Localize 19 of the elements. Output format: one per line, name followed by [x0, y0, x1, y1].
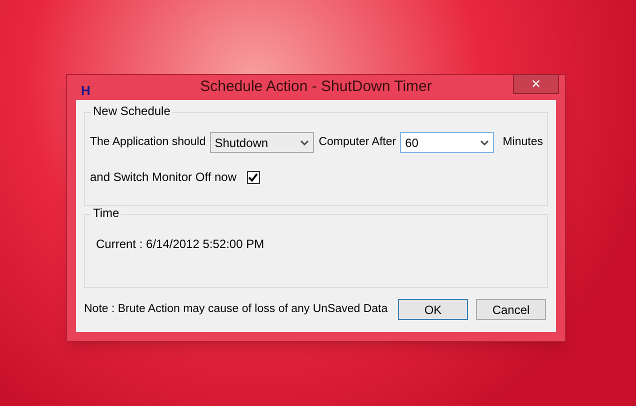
current-time-text: Current : 6/14/2012 5:52:00 PM	[96, 236, 264, 253]
minutes-dropdown[interactable]: 60	[400, 132, 494, 153]
chevron-icon	[300, 140, 309, 146]
note-text: Note : Brute Action may cause of loss of any UnSaved Data	[84, 302, 388, 317]
close-button[interactable]: ✕	[513, 74, 559, 94]
group-legend: Time	[91, 207, 122, 219]
dialog-button[interactable]: OK	[398, 299, 468, 320]
monitor-checkbox[interactable]	[246, 170, 260, 184]
action-dropdown[interactable]: Shutdown	[210, 132, 314, 153]
checkbox-label: and Switch Monitor Off now	[90, 169, 237, 186]
field-label: The Application should	[90, 134, 206, 150]
check-icon	[248, 172, 258, 182]
field-label: Minutes	[502, 134, 543, 150]
chevron-icon	[480, 140, 490, 146]
app-icon: H	[81, 84, 90, 97]
dialog-button[interactable]: Cancel	[476, 299, 546, 320]
window-title: Schedule Action - ShutDown Timer	[200, 77, 432, 98]
field-label: Computer After	[318, 134, 396, 150]
group-legend: New Schedule	[91, 105, 172, 117]
